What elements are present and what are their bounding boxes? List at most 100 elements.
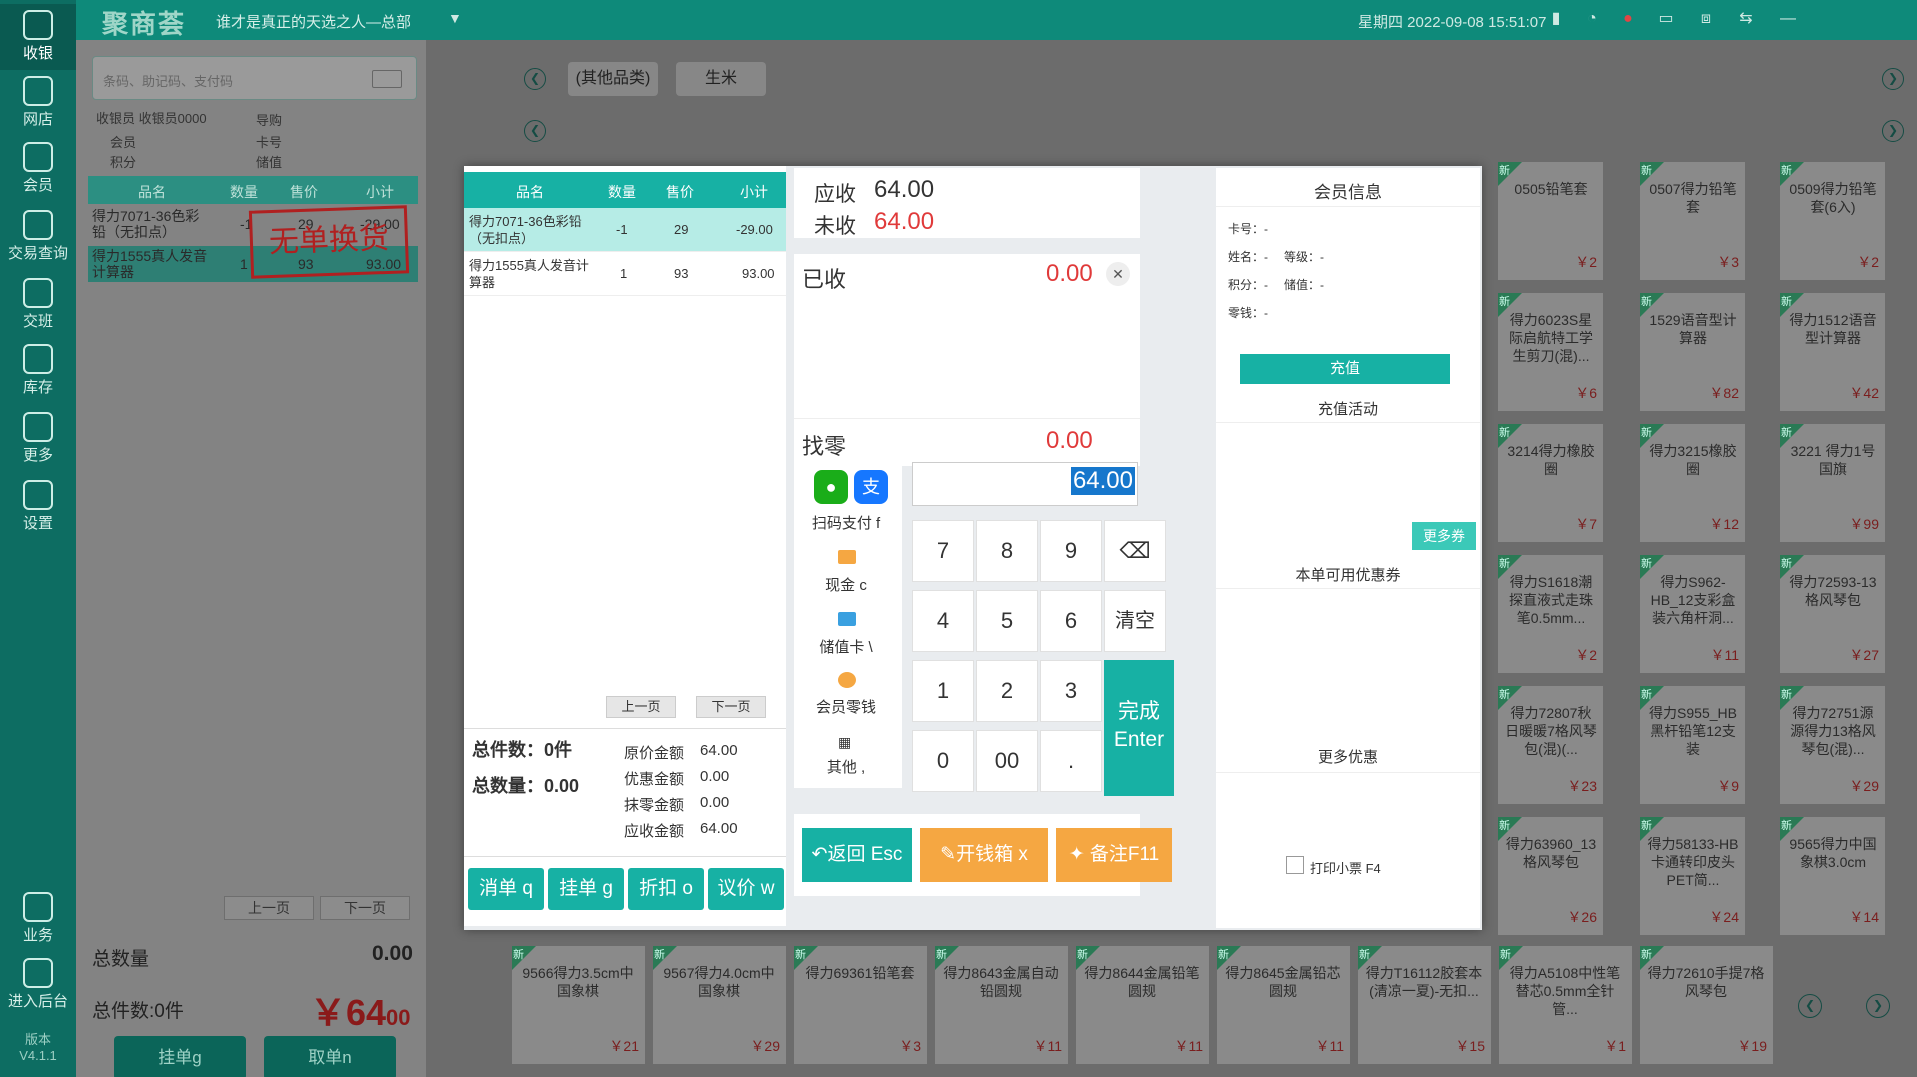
product-card[interactable]: 新得力8645金属铅芯圆规 ￥11: [1217, 946, 1350, 1064]
back-button[interactable]: ↶返回 Esc: [802, 828, 912, 882]
alipay-icon[interactable]: 支: [854, 470, 888, 504]
product-card[interactable]: 新得力S1618潮探直液式走珠笔0.5mm... ￥2: [1498, 555, 1603, 673]
hold-order-button[interactable]: 挂单g: [114, 1036, 246, 1077]
message-icon[interactable]: ▭: [1656, 10, 1676, 28]
wifi-icon[interactable]: ◔: [1582, 10, 1602, 28]
store-dropdown-icon[interactable]: ▼: [448, 10, 462, 26]
keypad-key[interactable]: 9: [1040, 520, 1102, 582]
dialog-prev-page-button[interactable]: 上一页: [606, 696, 676, 718]
keypad-key[interactable]: .: [1040, 730, 1102, 792]
sidebar-item[interactable]: 库存: [0, 338, 76, 404]
product-card[interactable]: 新得力69361铅笔套 ￥3: [794, 946, 927, 1064]
category-next-icon[interactable]: ❯: [1882, 68, 1904, 90]
keypad-key[interactable]: 7: [912, 520, 974, 582]
keypad-key[interactable]: 8: [976, 520, 1038, 582]
keypad-key[interactable]: 1: [912, 660, 974, 722]
product-card[interactable]: 新得力S962-HB_12支彩盒装六角杆洞... ￥11: [1640, 555, 1745, 673]
product-card[interactable]: 新得力72610手提7格风琴包 ￥19: [1640, 946, 1773, 1064]
product-card[interactable]: 新得力1512语音型计算器 ￥42: [1780, 293, 1885, 411]
keypad-key[interactable]: 0: [912, 730, 974, 792]
shirt-icon[interactable]: ⧈: [1696, 10, 1716, 28]
product-card[interactable]: 新得力6023S星际启航特工学生剪刀(混)... ￥6: [1498, 293, 1603, 411]
keypad-key[interactable]: 3: [1040, 660, 1102, 722]
clear-key[interactable]: 清空: [1104, 590, 1166, 652]
category-prev-icon[interactable]: ❮: [524, 68, 546, 90]
product-card[interactable]: 新得力63960_13格风琴包 ￥26: [1498, 817, 1603, 935]
retrieve-order-button[interactable]: 取单n: [264, 1036, 396, 1077]
member-change-pay-button[interactable]: 会员零钱: [796, 696, 896, 717]
product-card[interactable]: 新得力72751源源得力13格风琴包(混)... ￥29: [1780, 686, 1885, 804]
product-card[interactable]: 新 9567得力4.0cm中国象棋 ￥29: [653, 946, 786, 1064]
sidebar-item[interactable]: 交班: [0, 272, 76, 338]
product-prev-icon[interactable]: ❮: [1798, 994, 1822, 1018]
product-card[interactable]: 新得力3215橡胶圈 ￥12: [1640, 424, 1745, 542]
product-card[interactable]: 新 0505铅笔套 ￥2: [1498, 162, 1603, 280]
more-discount-button[interactable]: 更多优惠: [1216, 746, 1480, 767]
prev-page-button[interactable]: 上一页: [224, 896, 314, 920]
scan-pay-button[interactable]: 扫码支付 f: [796, 512, 896, 533]
sidebar-item[interactable]: 交易查询: [0, 204, 76, 270]
next-page-button[interactable]: 下一页: [320, 896, 410, 920]
product-price: ￥11: [1033, 1038, 1062, 1054]
bargain-button[interactable]: 议价 w: [708, 868, 784, 910]
search-input[interactable]: 条码、助记码、支付码: [92, 56, 417, 100]
dialog-table-row[interactable]: 得力1555真人发音计算器 1 93 93.00: [464, 252, 786, 296]
product-next-icon[interactable]: ❯: [1866, 994, 1890, 1018]
product-card[interactable]: 新 3214得力橡胶圈 ￥7: [1498, 424, 1603, 542]
product-card[interactable]: 新得力72593-13格风琴包 ￥27: [1780, 555, 1885, 673]
print-receipt-checkbox[interactable]: [1286, 856, 1304, 874]
recharge-button[interactable]: 充值: [1240, 354, 1450, 384]
keypad-key[interactable]: 2: [976, 660, 1038, 722]
sidebar-item[interactable]: 收银: [0, 4, 76, 70]
product-card[interactable]: 新得力8643金属自动铅圆规 ￥11: [935, 946, 1068, 1064]
subcategory-prev-icon[interactable]: ❮: [524, 120, 546, 142]
product-card[interactable]: 新 3221 得力1号国旗 ￥99: [1780, 424, 1885, 542]
sidebar-item[interactable]: 网店: [0, 70, 76, 136]
cash-pay-button[interactable]: 现金 c: [796, 574, 896, 595]
product-card[interactable]: 新得力S955_HB黑杆铅笔12支装 ￥9: [1640, 686, 1745, 804]
product-card[interactable]: 新 0507得力铅笔套 ￥3: [1640, 162, 1745, 280]
battery-icon[interactable]: ▮: [1546, 10, 1566, 28]
open-drawer-button[interactable]: ✎开钱箱 x: [920, 828, 1048, 882]
product-card[interactable]: 新 9565得力中国象棋3.0cm ￥14: [1780, 817, 1885, 935]
note-button[interactable]: ✦ 备注F11: [1056, 828, 1172, 882]
discount-button[interactable]: 折扣 o: [628, 868, 704, 910]
category-tab[interactable]: (其他品类): [568, 62, 658, 96]
minimize-icon[interactable]: —: [1778, 10, 1798, 28]
product-card[interactable]: 新得力72807秋日暖暖7格风琴包(混)(... ￥23: [1498, 686, 1603, 804]
backspace-key[interactable]: ⌫: [1104, 520, 1166, 582]
row-subtotal: -29.00: [736, 222, 773, 237]
hold-order-button[interactable]: 挂单 g: [548, 868, 624, 910]
product-card[interactable]: 新得力T16112胶套本(清凉一夏)-无扣... ￥15: [1358, 946, 1491, 1064]
keypad-key[interactable]: 4: [912, 590, 974, 652]
product-card[interactable]: 新得力58133-HB卡通转印皮头PET简... ￥24: [1640, 817, 1745, 935]
product-card[interactable]: 新 9566得力3.5cm中国象棋 ￥21: [512, 946, 645, 1064]
category-tab[interactable]: 生米: [676, 62, 766, 96]
dialog-table-row[interactable]: 得力7071-36色彩铅（无扣点） -1 29 -29.00: [464, 208, 786, 252]
amount-input[interactable]: 64.00: [912, 462, 1138, 506]
switch-icon[interactable]: ⇆: [1736, 10, 1756, 28]
keypad-key[interactable]: 00: [976, 730, 1038, 792]
sidebar-item[interactable]: 设置: [0, 474, 76, 540]
product-card[interactable]: 新 0509得力铅笔套(6入) ￥2: [1780, 162, 1885, 280]
dialog-next-page-button[interactable]: 下一页: [696, 696, 766, 718]
cancel-order-button[interactable]: 消单 q: [468, 868, 544, 910]
product-card[interactable]: 新 1529语音型计算器 ￥82: [1640, 293, 1745, 411]
wechat-pay-icon[interactable]: ●: [814, 470, 848, 504]
stored-card-pay-button[interactable]: 储值卡 \: [796, 636, 896, 657]
alert-icon[interactable]: ●: [1618, 10, 1638, 28]
sidebar-item[interactable]: 更多: [0, 406, 76, 472]
other-pay-button[interactable]: 其他 ,: [796, 756, 896, 777]
sidebar-item[interactable]: 业务: [0, 886, 76, 952]
done-button[interactable]: 完成 Enter: [1104, 660, 1174, 796]
sidebar-item[interactable]: 会员: [0, 136, 76, 202]
keypad-key[interactable]: 5: [976, 590, 1038, 652]
more-coupon-button[interactable]: 更多券: [1412, 522, 1476, 550]
keyboard-icon[interactable]: [372, 70, 402, 88]
product-card[interactable]: 新得力8644金属铅笔圆规 ￥11: [1076, 946, 1209, 1064]
product-card[interactable]: 新得力A5108中性笔替芯0.5mm全针管... ￥1: [1499, 946, 1632, 1064]
keypad-key[interactable]: 6: [1040, 590, 1102, 652]
clear-paid-icon[interactable]: ✕: [1106, 262, 1130, 286]
sidebar-item[interactable]: 进入后台: [0, 952, 76, 1018]
subcategory-next-icon[interactable]: ❯: [1882, 120, 1904, 142]
